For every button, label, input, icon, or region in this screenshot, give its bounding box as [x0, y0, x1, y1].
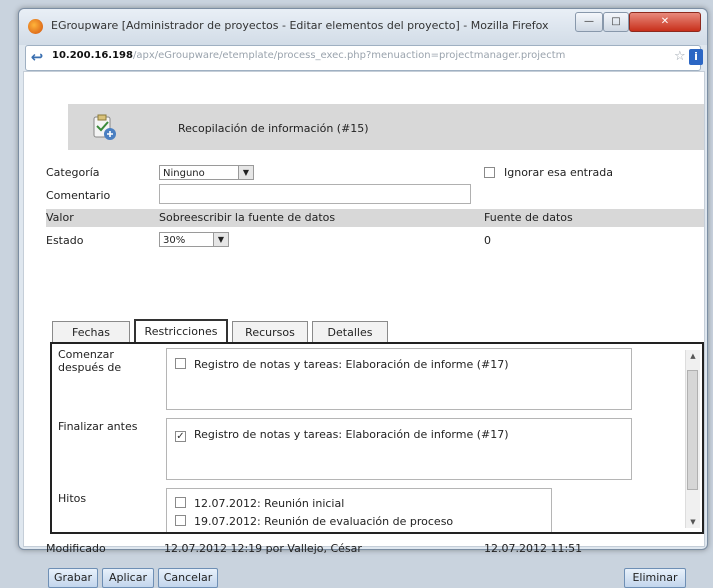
hitos-list[interactable]: 12.07.2012: Reunión inicial 19.07.2012: …	[166, 488, 552, 532]
chevron-down-icon: ▼	[238, 166, 253, 179]
record-header: Recopilación de información (#15)	[68, 104, 704, 150]
window-title: EGroupware [Administrador de proyectos -…	[51, 19, 549, 32]
categoria-select[interactable]: Ninguno ▼	[159, 165, 254, 180]
hitos-label: Hitos	[58, 492, 87, 505]
categoria-label: Categoría	[46, 166, 100, 179]
list-item-label: Registro de notas y tareas: Elaboración …	[194, 428, 509, 441]
comentario-input[interactable]	[159, 184, 471, 204]
grabar-button[interactable]: Grabar	[48, 568, 98, 588]
tab-restricciones[interactable]: Restricciones	[134, 319, 228, 343]
record-title: Recopilación de información (#15)	[178, 122, 369, 135]
restricciones-panel: Comenzar después de Registro de notas y …	[50, 342, 704, 534]
comenzar-list[interactable]: Registro de notas y tareas: Elaboración …	[166, 348, 632, 410]
list-item-label: 12.07.2012: Reunión inicial	[194, 497, 345, 510]
list-item-label: 19.07.2012: Reunión de evaluación de pro…	[194, 515, 454, 528]
estado-select[interactable]: 30% ▼	[159, 232, 229, 247]
aplicar-button[interactable]: Aplicar	[102, 568, 154, 588]
back-icon[interactable]: ↩	[29, 49, 45, 65]
list-item[interactable]: ✓ Registro de notas y tareas: Elaboración…	[175, 428, 509, 442]
comenzar-item-checkbox[interactable]	[175, 358, 186, 369]
close-button[interactable]: ✕	[629, 12, 701, 32]
finalizar-item-checkbox[interactable]: ✓	[175, 431, 186, 442]
cancelar-button[interactable]: Cancelar	[158, 568, 218, 588]
ignorar-checkbox[interactable]	[484, 167, 495, 178]
list-item[interactable]: 12.07.2012: Reunión inicial	[175, 497, 344, 510]
url-text[interactable]: 10.200.16.198/apx/eGroupware/etemplate/p…	[52, 50, 672, 61]
browser-window: EGroupware [Administrador de proyectos -…	[18, 8, 708, 588]
list-item[interactable]: 19.07.2012: Reunión de evaluación de pro…	[175, 515, 453, 528]
modificado-label: Modificado	[46, 542, 106, 555]
chevron-down-icon: ▼	[213, 233, 228, 246]
fuente-value: 0	[484, 234, 491, 247]
scroll-up-icon[interactable]: ▲	[686, 350, 700, 362]
list-item[interactable]: Registro de notas y tareas: Elaboración …	[175, 358, 509, 371]
categoria-value: Ninguno	[163, 168, 205, 179]
sobreescribir-label: Sobreescribir la fuente de datos	[159, 211, 336, 224]
extension-icon[interactable]: i	[689, 49, 703, 65]
fuente-label: Fuente de datos	[484, 211, 573, 224]
eliminar-button[interactable]: Eliminar	[624, 568, 686, 588]
title-bar: EGroupware [Administrador de proyectos -…	[19, 9, 707, 45]
comenzar-label: Comenzar después de	[58, 348, 122, 374]
finalizar-list[interactable]: ✓ Registro de notas y tareas: Elaboración…	[166, 418, 632, 480]
firefox-icon	[28, 19, 43, 34]
bookmark-star-icon[interactable]: ☆	[674, 49, 686, 64]
creado-value: 12.07.2012 11:51	[484, 542, 583, 555]
page-content: Recopilación de información (#15) Catego…	[23, 71, 705, 588]
valor-label: Valor	[46, 211, 74, 224]
minimize-button[interactable]: —	[575, 12, 603, 32]
tab-fechas[interactable]: Fechas	[52, 321, 130, 343]
modificado-value: 12.07.2012 12:19 por Vallejo, César	[164, 542, 362, 555]
tab-recursos[interactable]: Recursos	[232, 321, 308, 343]
url-host: 10.200.16.198	[52, 50, 133, 61]
maximize-button[interactable]: □	[603, 12, 629, 32]
list-item-label: Registro de notas y tareas: Elaboración …	[194, 358, 509, 371]
hito-checkbox[interactable]	[175, 515, 186, 526]
ignorar-label: Ignorar esa entrada	[504, 166, 613, 179]
finalizar-label: Finalizar antes	[58, 420, 138, 433]
hito-checkbox[interactable]	[175, 497, 186, 508]
url-path: /apx/eGroupware/etemplate/process_exec.p…	[132, 50, 566, 61]
scrollbar-thumb[interactable]	[687, 370, 698, 490]
address-bar[interactable]: ↩ 10.200.16.198/apx/eGroupware/etemplate…	[25, 45, 703, 71]
panel-scrollbar[interactable]: ▲ ▼	[685, 350, 700, 528]
comentario-label: Comentario	[46, 189, 111, 202]
scroll-down-icon[interactable]: ▼	[686, 516, 700, 528]
valor-header-row: Valor Sobreescribir la fuente de datos F…	[46, 209, 704, 227]
tab-detalles[interactable]: Detalles	[312, 321, 388, 343]
estado-value: 30%	[163, 235, 186, 246]
estado-label: Estado	[46, 234, 84, 247]
projectmanager-icon	[93, 114, 116, 140]
